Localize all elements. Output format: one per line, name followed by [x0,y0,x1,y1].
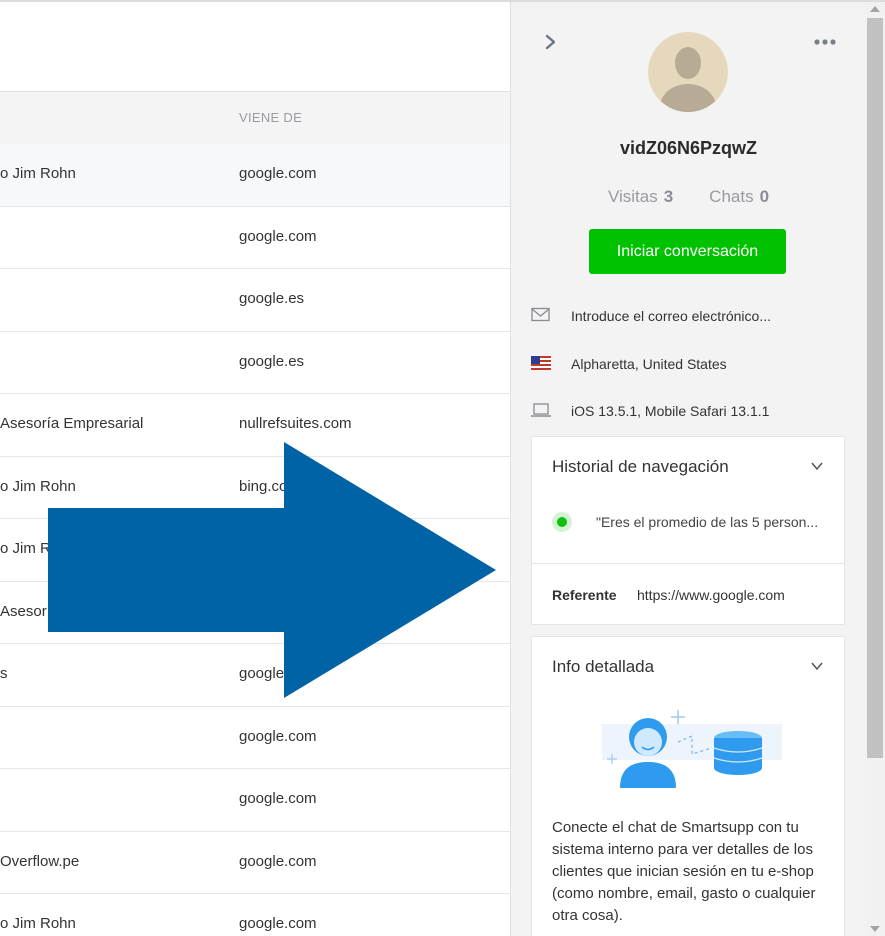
visits-count: 3 [663,187,674,206]
start-conversation-button[interactable]: Iniciar conversación [589,229,786,274]
referrer-cell: google.com [239,165,317,182]
table-row[interactable]: google.es [0,269,510,332]
table-row[interactable]: google.com [0,207,510,269]
column-header-referrer[interactable]: VIENE DE [239,110,302,125]
chevron-down-icon[interactable] [810,459,824,473]
chevron-down-icon[interactable] [810,659,824,673]
referrer-cell: google.com [239,915,317,932]
scrollbar-thumb[interactable] [867,18,883,758]
chats-count: 0 [759,187,770,206]
device-row: iOS 13.5.1, Mobile Safari 13.1.1 [531,400,851,424]
visitor-name: vidZ06N6PzqwZ [619,138,758,158]
referrer-cell: google.com [239,790,317,807]
table-row[interactable]: o Jim Rohn google.com [0,144,510,207]
visitor-page-cell: o Jim Rohn [0,165,76,182]
referrer-cell: google.com [239,227,317,245]
collapse-panel-icon[interactable] [541,30,561,54]
us-flag-icon [531,356,551,370]
history-card: Historial de navegación "Eres el promedi… [531,436,845,625]
more-options-icon[interactable] [811,32,839,52]
device-text: iOS 13.5.1, Mobile Safari 13.1.1 [571,403,770,419]
email-field[interactable]: Introduce el correo electrónico... [571,308,771,324]
visitor-detail-panel: vidZ06N6PzqwZ Visitas 3 Chats 0 Iniciar con… [510,2,865,936]
visitor-page-cell: Overflow.pe [0,852,80,870]
table-row[interactable]: google.com [0,707,510,769]
location-text: Alpharetta, United States [571,356,727,372]
referrer-label: Referente [552,587,617,603]
scroll-up-icon[interactable] [870,6,880,12]
table-row[interactable]: o Jim Rohn google.com [0,894,510,936]
visitor-stats: Visitas 3 Chats 0 [511,187,865,207]
visitor-page-cell: s [0,665,8,682]
table-row[interactable]: Overflow.pe google.com [0,832,510,894]
integration-illustration [602,710,782,788]
table-row[interactable]: google.es [0,332,510,394]
detail-info-title[interactable]: Info detallada [552,657,654,677]
referrer-cell: google.es [239,290,305,307]
active-page-dot-icon [552,512,572,532]
table-header: VIENE DE [0,91,510,144]
visitor-page-cell: Asesoría Empresarial [0,415,144,432]
referrer-link[interactable]: https://www.google.com [637,587,785,603]
visitor-page-cell: o Jim Rohn [0,915,76,932]
referrer-cell: google.com [239,852,317,870]
location-row: Alpharetta, United States [531,353,851,377]
scroll-down-icon[interactable] [870,926,880,932]
referrer-cell: nullrefsuites.com [239,415,352,432]
referrer-cell: google.com [239,727,317,745]
detail-info-card: Info detallada Conecte el chat de Smarts… [531,636,845,936]
detail-info-description: Conecte el chat de Smartsupp con tu sist… [552,819,816,924]
envelope-icon [531,307,550,322]
visits-label: Visitas [607,187,658,206]
history-item-title: "Eres el promedio de las 5 person... [596,514,819,530]
table-row[interactable]: google.com [0,769,510,832]
arrow-right-icon [48,442,496,698]
history-item[interactable]: "Eres el promedio de las 5 person... [552,511,832,533]
avatar [648,32,728,112]
referrer-cell: google.es [239,352,305,370]
chats-label: Chats [709,187,754,206]
history-title[interactable]: Historial de navegación [552,457,729,477]
divider [532,563,844,564]
laptop-icon [531,403,551,417]
email-row[interactable]: Introduce el correo electrónico... [531,305,851,329]
